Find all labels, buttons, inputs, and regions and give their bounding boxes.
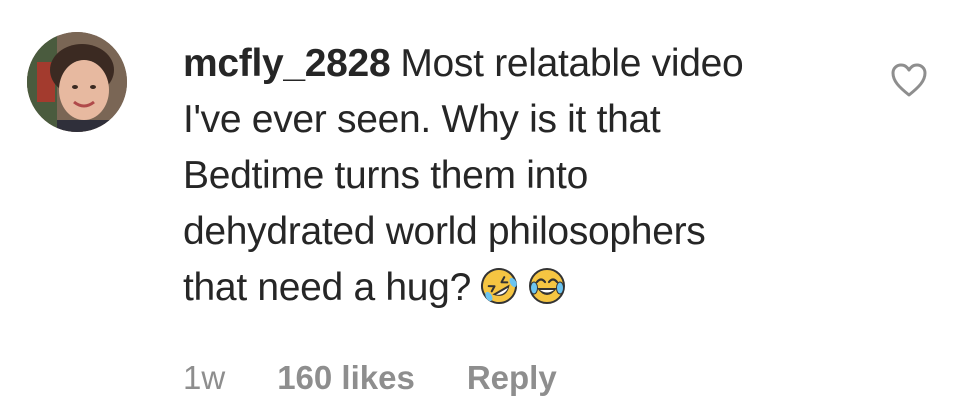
comment-text-line-1: Most relatable video	[400, 42, 744, 85]
comment-text-line-4: dehydrated world philosophers	[183, 210, 706, 253]
comment-text-line-3: Bedtime turns them into	[183, 154, 588, 197]
rolling-on-floor-laughing-icon	[479, 266, 519, 306]
likes-count[interactable]: 160 likes	[277, 356, 415, 400]
comment-username[interactable]: mcfly_2828	[183, 42, 391, 85]
reply-button[interactable]: Reply	[467, 356, 557, 400]
comment-meta: 1w 160 likes Reply	[183, 356, 609, 400]
comment-item: mcfly_2828 Most relatable video I've ever…	[0, 0, 980, 417]
comment-text-line-2: I've ever seen. Why is it that	[183, 98, 661, 141]
comment-body: mcfly_2828 Most relatable video I've ever…	[183, 36, 843, 316]
user-avatar[interactable]	[27, 32, 127, 132]
heart-outline-icon[interactable]	[890, 62, 928, 98]
tears-of-joy-icon	[527, 266, 567, 306]
avatar-photo	[27, 32, 127, 132]
comment-text-line-5: that need a hug?	[183, 266, 471, 309]
comment-timestamp[interactable]: 1w	[183, 356, 225, 400]
